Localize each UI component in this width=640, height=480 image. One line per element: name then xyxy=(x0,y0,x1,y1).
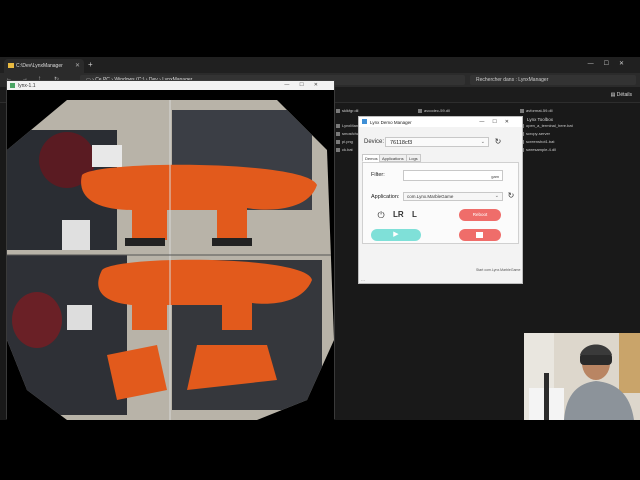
app-icon xyxy=(10,83,15,88)
application-label: Application: xyxy=(371,194,400,200)
tab-logs[interactable]: Logs xyxy=(406,154,421,162)
lynx-title-bar: lynx-1.1 —☐✕ xyxy=(7,81,334,90)
file-item[interactable]: avcodec-59.dll xyxy=(418,108,450,113)
window-controls[interactable]: —☐✕ xyxy=(284,82,328,88)
file-item[interactable]: swresample-4.dll xyxy=(520,147,556,152)
webcam-overlay xyxy=(524,333,640,420)
filter-input[interactable]: gam xyxy=(403,170,503,181)
file-icon xyxy=(336,139,340,144)
l-button[interactable]: L xyxy=(412,210,417,219)
power-icon: ⏻ xyxy=(377,210,385,220)
window-controls[interactable]: —☐✕ xyxy=(588,60,634,67)
file-icon xyxy=(418,108,422,113)
device-label: Device: xyxy=(364,139,385,145)
chevron-down-icon: ⌄ xyxy=(480,139,485,145)
file-name: pi.png xyxy=(342,139,353,144)
file-item[interactable]: avformat-59.dll xyxy=(520,108,552,113)
lr-button[interactable]: LR xyxy=(393,210,404,219)
desktop: C:\Dev\LynxManager ✕ + —☐✕ ← → ↑ ↻ ▭ › C… xyxy=(0,0,640,480)
explorer-tab-bar: C:\Dev\LynxManager ✕ + —☐✕ xyxy=(0,57,640,73)
tab-demos[interactable]: Demos xyxy=(362,154,381,162)
resize-grip-icon[interactable]: ⋯ xyxy=(361,278,365,283)
file-name: avcodec-59.dll xyxy=(424,108,450,113)
file-item[interactable]: smosfchat xyxy=(336,131,360,136)
file-name: screenshot1.bat xyxy=(526,139,555,144)
chevron-down-icon: ⌄ xyxy=(494,193,499,199)
explorer-tab[interactable]: C:\Dev\LynxManager ✕ xyxy=(4,59,84,73)
file-name: open_a_terminal_here.bat xyxy=(526,123,573,128)
camera-passthrough-view xyxy=(7,90,334,420)
refresh-devices-button[interactable]: ↻ xyxy=(493,137,503,147)
file-name: ck.bat xyxy=(342,147,353,152)
demo-manager-title: Lynx Demo Manager xyxy=(370,120,412,125)
lynx-window-title: lynx-1.1 xyxy=(18,83,36,89)
filter-label: Filter: xyxy=(371,172,385,178)
demo-manager-title-bar: Lynx Demo Manager —☐✕ xyxy=(359,117,522,127)
file-item[interactable]: scrcpy-server xyxy=(520,131,550,136)
power-button[interactable]: ⏻ xyxy=(375,209,387,221)
file-icon xyxy=(336,147,340,152)
device-select[interactable]: 76118cf3 ⌄ xyxy=(385,137,489,147)
file-icon xyxy=(336,123,340,128)
search-input[interactable]: Rechercher dans : LynxManager xyxy=(470,75,636,85)
details-button[interactable]: ▤ Détails xyxy=(611,92,632,98)
window-controls[interactable]: —☐✕ xyxy=(479,119,517,125)
play-button[interactable]: ▶ xyxy=(371,229,421,241)
file-item[interactable]: ck.bat xyxy=(336,147,353,152)
file-item[interactable]: open_a_terminal_here.bat xyxy=(520,123,573,128)
file-name: sklkfgr.dll xyxy=(342,108,359,113)
reboot-button[interactable]: Reboot xyxy=(459,209,501,221)
demo-manager-window: Lynx Demo Manager —☐✕ Device: 76118cf3 ⌄… xyxy=(358,116,523,284)
close-tab-icon[interactable]: ✕ xyxy=(75,62,80,69)
status-text: Start com.Lynx.MarbleGame xyxy=(476,268,521,272)
application-value: com.Lynx.MarbleGame xyxy=(407,194,454,199)
stop-button[interactable] xyxy=(459,229,501,241)
folder-icon xyxy=(8,63,14,68)
file-icon xyxy=(336,131,340,136)
file-name: swresample-4.dll xyxy=(526,147,557,152)
file-item[interactable]: pi.png xyxy=(336,139,353,144)
demos-panel: Filter: gam Application: com.Lynx.Marble… xyxy=(362,162,519,244)
tab-applications[interactable]: Applications xyxy=(379,154,407,162)
explorer-tab-title: C:\Dev\LynxManager xyxy=(16,63,63,69)
details-label: Détails xyxy=(616,92,632,98)
file-name: scrcpy-server xyxy=(526,131,551,136)
lynx-render-window: lynx-1.1 —☐✕ xyxy=(6,80,335,420)
file-item[interactable]: screenshot1.bat xyxy=(520,139,554,144)
file-icon xyxy=(520,108,524,113)
file-icon xyxy=(336,108,340,113)
stop-icon xyxy=(476,232,483,238)
device-value: 76118cf3 xyxy=(390,140,413,146)
lynx-toolbox-label: Lynx Toolbox xyxy=(527,117,554,122)
app-icon xyxy=(362,119,367,124)
refresh-applications-button[interactable]: ↻ xyxy=(506,191,516,201)
play-icon: ▶ xyxy=(393,231,399,238)
file-item[interactable]: sklkfgr.dll xyxy=(336,108,358,113)
application-select[interactable]: com.Lynx.MarbleGame ⌄ xyxy=(403,192,503,201)
new-tab-button[interactable]: + xyxy=(88,60,93,69)
file-name: avformat-59.dll xyxy=(526,108,553,113)
